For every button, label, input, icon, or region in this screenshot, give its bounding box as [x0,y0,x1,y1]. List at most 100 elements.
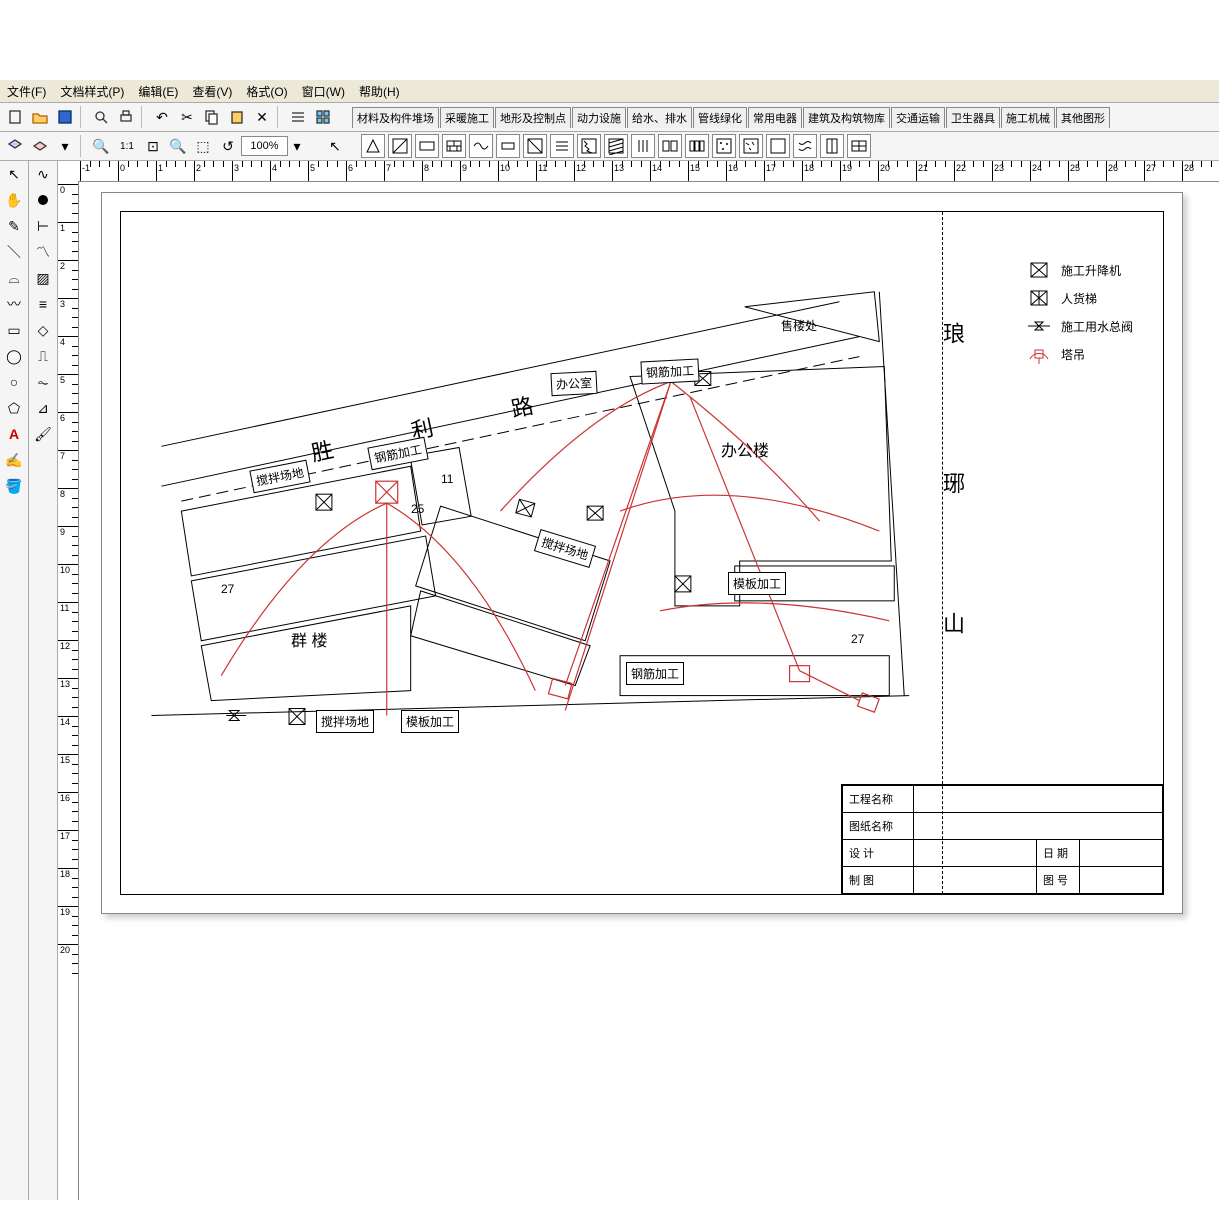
tb-date-value [1080,840,1163,867]
drawing-canvas[interactable]: 胜 利 路 琅 琊 山 [79,182,1219,1200]
tab-sanitary[interactable]: 卫生器具 [946,107,1000,128]
symbol-11[interactable] [631,134,655,158]
symbol-8[interactable] [550,134,574,158]
polyline-tool[interactable]: 〰 [2,292,26,316]
layer2-button[interactable] [28,134,52,158]
measure-tool[interactable]: ⊿ [31,396,55,420]
symbol-3[interactable] [415,134,439,158]
polygon-tool[interactable]: ⬠ [2,396,26,420]
copy-icon [204,109,220,125]
note-tool[interactable]: ✍ [2,448,26,472]
symbol-17[interactable] [793,134,817,158]
fill-tool[interactable]: 🪣 [2,474,26,498]
page-button[interactable]: ▾ [53,134,77,158]
line-tool[interactable]: ＼ [2,240,26,264]
symbol-14[interactable] [712,134,736,158]
ellipse-tool[interactable]: ○ [2,370,26,394]
legend-crane-icon [1027,344,1051,364]
tab-transport[interactable]: 交通运输 [891,107,945,128]
zoom-field[interactable]: 100% [241,136,288,156]
print-button[interactable] [114,105,138,129]
tab-water[interactable]: 给水、排水 [627,107,692,128]
symbol-palette: ↖ [321,133,1216,159]
tab-power[interactable]: 动力设施 [572,107,626,128]
pulse-tool[interactable]: ⎍ [31,344,55,368]
symbol-16[interactable] [766,134,790,158]
pointer-tool[interactable]: ↖ [323,134,347,158]
menu-file[interactable]: 文件(F) [4,82,49,101]
ekg-tool[interactable]: ⏦ [31,370,55,394]
preview-button[interactable] [89,105,113,129]
zoom-region-button[interactable]: ⬚ [191,134,215,158]
symbol-5[interactable] [469,134,493,158]
dot-tool[interactable] [31,188,55,212]
symbol-1[interactable] [361,134,385,158]
menu-view[interactable]: 查看(V) [189,82,235,101]
text-tool[interactable]: A [2,422,26,446]
tab-other[interactable]: 其他图形 [1056,107,1110,128]
symbol-9[interactable] [577,134,601,158]
zoom-11-button[interactable]: 1:1 [114,134,140,158]
zoom-dropdown[interactable]: ▾ [289,134,305,158]
separator [141,106,147,128]
new-button[interactable] [3,105,27,129]
undo-button[interactable]: ↶ [150,105,174,129]
symbol-15[interactable] [739,134,763,158]
grid-button[interactable] [311,105,335,129]
cut-button[interactable]: ✂ [175,105,199,129]
separator [277,106,283,128]
hand-tool[interactable]: ✋ [2,188,26,212]
legend-valve-label: 施工用水总阀 [1061,318,1133,335]
tab-heating[interactable]: 采暖施工 [440,107,494,128]
tb-sheet-value [1080,867,1163,894]
open-button[interactable] [28,105,52,129]
symbol-19[interactable] [847,134,871,158]
symbol-10[interactable] [604,134,628,158]
box-rebar3: 钢筋加工 [626,662,684,685]
zigzag-tool[interactable]: 〽 [31,240,55,264]
tab-machinery[interactable]: 施工机械 [1001,107,1055,128]
symbol-13[interactable] [685,134,709,158]
multiline-tool[interactable]: ≡ [31,292,55,316]
paint-tool[interactable]: 🖌 [31,422,55,446]
symbol-7[interactable] [523,134,547,158]
zoom-tool-button[interactable]: 🔍 [89,134,113,158]
tab-buildings[interactable]: 建筑及构筑物库 [803,107,890,128]
layer-button[interactable] [3,134,27,158]
spline-tool[interactable]: ∿ [31,162,55,186]
zoom-fit-button[interactable]: ⊡ [141,134,165,158]
menu-window[interactable]: 窗口(W) [299,82,348,101]
ruler-horizontal[interactable]: -101234567891011121314151617181920212223… [78,161,1219,182]
symbol-12[interactable] [658,134,682,158]
column-icon [823,137,841,155]
menu-docstyle[interactable]: 文档样式(P) [57,82,127,101]
properties-button[interactable] [286,105,310,129]
copy-button[interactable] [200,105,224,129]
zoom-in-button[interactable]: 🔍 [166,134,190,158]
symbol-4[interactable] [442,134,466,158]
select-tool[interactable]: ↖ [2,162,26,186]
pencil-tool[interactable]: ✎ [2,214,26,238]
tab-pipelines[interactable]: 管线绿化 [693,107,747,128]
menu-format[interactable]: 格式(O) [243,82,290,101]
dimension-tool[interactable]: ⊢ [31,214,55,238]
menu-help[interactable]: 帮助(H) [356,82,403,101]
zoom-prev-button[interactable]: ↺ [216,134,240,158]
symbol-2[interactable] [388,134,412,158]
tab-electric[interactable]: 常用电器 [748,107,802,128]
save-button[interactable] [53,105,77,129]
triangle-icon [364,137,382,155]
tab-materials[interactable]: 材料及构件堆场 [352,107,439,128]
delete-button[interactable]: ✕ [250,105,274,129]
rect-tool[interactable]: ▭ [2,318,26,342]
eraser-tool[interactable]: ◇ [31,318,55,342]
circle-tool[interactable]: ◯ [2,344,26,368]
ruler-vertical[interactable]: 01234567891011121314151617181920 [58,182,79,1200]
hatch-tool[interactable]: ▨ [31,266,55,290]
symbol-6[interactable] [496,134,520,158]
curve-tool[interactable]: ⌓ [2,266,26,290]
paste-button[interactable] [225,105,249,129]
tab-terrain[interactable]: 地形及控制点 [495,107,571,128]
symbol-18[interactable] [820,134,844,158]
menu-edit[interactable]: 编辑(E) [135,82,181,101]
